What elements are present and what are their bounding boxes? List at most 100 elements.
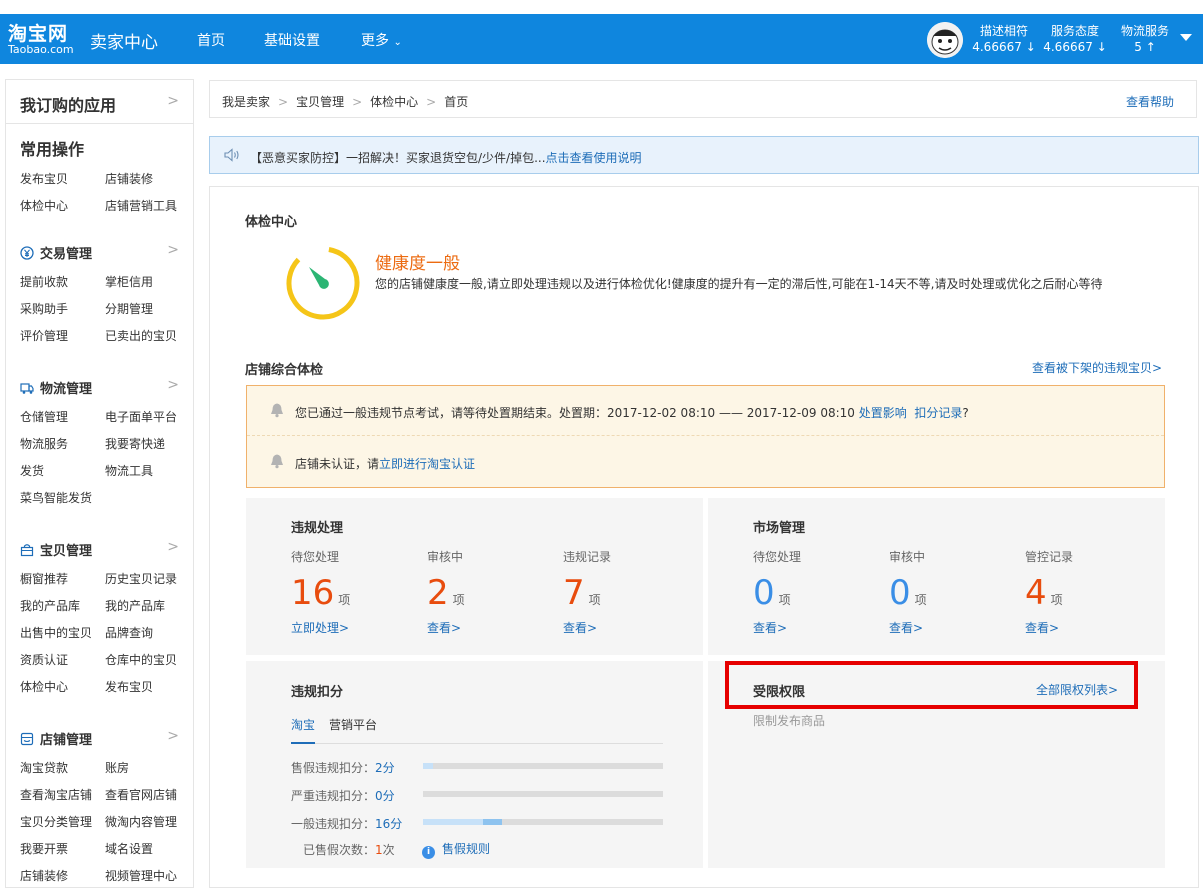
view-link[interactable]: 查看>: [563, 619, 683, 636]
stat-unit: 项: [452, 593, 465, 607]
sidebar: 我订购的应用 > 常用操作 发布宝贝 店铺装修 体检中心 店铺营销工具 交易管理…: [5, 79, 194, 888]
deduct-progress-fill: [423, 763, 433, 769]
nav-more[interactable]: 更多 ⌄: [361, 30, 402, 50]
sidebar-link[interactable]: 品牌查询: [105, 624, 153, 641]
market-card: 市场管理 待您处理 0项 查看> 审核中 0项 查看> 管控记录 4项 查看>: [708, 498, 1165, 655]
sidebar-link[interactable]: 账房: [105, 759, 129, 776]
sidebar-link[interactable]: 发布宝贝: [105, 678, 153, 695]
sidebar-link[interactable]: 掌柜信用: [105, 273, 153, 290]
deduct-value[interactable]: 0分: [375, 789, 395, 803]
sidebar-section-shop[interactable]: 店铺管理: [20, 729, 92, 748]
sidebar-link[interactable]: 查看淘宝店铺: [20, 786, 92, 803]
sidebar-link[interactable]: 历史宝贝记录: [105, 570, 177, 587]
taobao-verify-link[interactable]: 立即进行淘宝认证: [379, 457, 475, 471]
sidebar-link[interactable]: 电子面单平台: [105, 408, 177, 425]
nav-more-label: 更多: [361, 33, 389, 49]
score-logistics[interactable]: 物流服务 5 ↑: [1115, 23, 1175, 55]
counterfeit-count: 已售假次数：1次: [303, 841, 395, 858]
sidebar-link[interactable]: 仓储管理: [20, 408, 68, 425]
stat-pending: 待您处理 16 项 立即处理>: [291, 548, 411, 636]
sidebar-link[interactable]: 评价管理: [20, 327, 68, 344]
sidebar-section-items-label: 宝贝管理: [40, 544, 93, 559]
sidebar-link-checkup[interactable]: 体检中心: [20, 197, 68, 214]
view-link[interactable]: 查看>: [427, 619, 547, 636]
nav-basic-settings[interactable]: 基础设置: [264, 30, 320, 50]
sidebar-link[interactable]: 菜鸟智能发货: [20, 489, 92, 506]
sidebar-link[interactable]: 出售中的宝贝: [20, 624, 92, 641]
score-service[interactable]: 服务态度 4.66667 ↓: [1043, 23, 1107, 55]
sidebar-link[interactable]: 物流工具: [105, 462, 153, 479]
view-link[interactable]: 查看>: [889, 619, 1009, 636]
sidebar-link-marketing-tools[interactable]: 店铺营销工具: [105, 197, 177, 214]
deduct-value[interactable]: 2分: [375, 761, 395, 775]
sidebar-link[interactable]: 域名设置: [105, 840, 153, 857]
score-logistics-label: 物流服务: [1120, 24, 1169, 38]
stat-value: 0: [889, 573, 911, 613]
sidebar-link[interactable]: 已卖出的宝贝: [105, 327, 177, 344]
deduction-record-link[interactable]: 扣分记录: [914, 406, 962, 420]
sidebar-section-items[interactable]: 宝贝管理: [20, 540, 92, 559]
view-link[interactable]: 查看>: [1025, 619, 1145, 636]
sidebar-link-decorate[interactable]: 店铺装修: [105, 170, 153, 187]
bell-icon: [271, 454, 283, 469]
counterfeit-count-label: 已售假次数：: [303, 843, 376, 857]
alert-suffix: ?: [962, 406, 969, 420]
sidebar-link[interactable]: 体检中心: [20, 678, 68, 695]
sidebar-link[interactable]: 发货: [20, 462, 44, 479]
sidebar-link-publish[interactable]: 发布宝贝: [20, 170, 68, 187]
sidebar-link[interactable]: 提前收款: [20, 273, 68, 290]
sidebar-link[interactable]: 查看官网店铺: [105, 786, 177, 803]
stat-unit: 项: [914, 593, 927, 607]
sidebar-link[interactable]: 微淘内容管理: [105, 813, 177, 830]
help-link[interactable]: 查看帮助: [1126, 93, 1174, 110]
breadcrumb-item[interactable]: 体检中心: [370, 95, 418, 109]
tab-taobao[interactable]: 淘宝: [291, 716, 315, 744]
alert-box: 您已通过一般违规节点考试，请等待处置期结束。处置期：2017-12-02 08:…: [246, 385, 1165, 488]
notice-bar: 【恶意买家防控】一招解决！买家退货空包/少件/掉包...点击查看使用说明: [209, 136, 1199, 174]
deduct-value[interactable]: 16分: [375, 817, 402, 831]
breadcrumb-item[interactable]: 宝贝管理: [296, 95, 344, 109]
arrow-down-icon: ↓: [1025, 40, 1036, 54]
sidebar-link[interactable]: 我要寄快递: [105, 435, 165, 452]
sidebar-link[interactable]: 宝贝分类管理: [20, 813, 92, 830]
score-description[interactable]: 描述相符 4.66667 ↓: [972, 23, 1036, 55]
sidebar-link[interactable]: 分期管理: [105, 300, 153, 317]
tab-marketing-platform[interactable]: 营销平台: [329, 716, 377, 744]
notice-link[interactable]: 点击查看使用说明: [546, 151, 642, 165]
sidebar-link[interactable]: 店铺装修: [20, 867, 68, 884]
disposal-impact-link[interactable]: 处置影响: [859, 406, 907, 420]
sidebar-link[interactable]: 我的产品库: [20, 597, 80, 614]
handle-now-link[interactable]: 立即处理>: [291, 619, 411, 636]
sidebar-subscribed-apps[interactable]: 我订购的应用 >: [6, 80, 193, 124]
sidebar-link[interactable]: 我的产品库: [105, 597, 165, 614]
view-link[interactable]: 查看>: [753, 619, 873, 636]
nav-home[interactable]: 首页: [197, 30, 225, 50]
sidebar-link[interactable]: 淘宝贷款: [20, 759, 68, 776]
sidebar-link[interactable]: 物流服务: [20, 435, 68, 452]
breadcrumb-item[interactable]: 我是卖家: [222, 95, 270, 109]
sidebar-section-logistics[interactable]: 物流管理: [20, 378, 92, 397]
deduct-label: 严重违规扣分：0分: [291, 787, 395, 804]
sidebar-link[interactable]: 视频管理中心: [105, 867, 177, 884]
counterfeit-rule-link[interactable]: i 售假规则: [422, 840, 490, 859]
offshelf-items-link[interactable]: 查看被下架的违规宝贝>: [1032, 359, 1162, 376]
stat-pending: 待您处理 0项 查看>: [753, 548, 873, 636]
avatar[interactable]: [927, 22, 963, 58]
sidebar-link[interactable]: 资质认证: [20, 651, 68, 668]
stat-unit: 项: [588, 593, 601, 607]
sidebar-link[interactable]: 我要开票: [20, 840, 68, 857]
deduction-card: 违规扣分 淘宝 营销平台 售假违规扣分：2分 严重违规扣分：0分 一般违规扣分：…: [246, 661, 703, 868]
sidebar-link[interactable]: 仓库中的宝贝: [105, 651, 177, 668]
score-description-value: 4.66667: [972, 40, 1022, 54]
all-restrictions-link[interactable]: 全部限权列表>: [1036, 681, 1118, 698]
chevron-right-icon: >: [167, 539, 179, 555]
taobao-logo[interactable]: 淘宝网: [8, 19, 68, 46]
stat-value: 4: [1025, 573, 1047, 613]
stat-value: 2: [427, 573, 449, 613]
sidebar-section-trade[interactable]: 交易管理: [20, 243, 92, 262]
account-dropdown-icon[interactable]: [1180, 34, 1192, 41]
sidebar-link[interactable]: 采购助手: [20, 300, 68, 317]
stat-value: 0: [753, 573, 775, 613]
sidebar-link[interactable]: 橱窗推荐: [20, 570, 68, 587]
seller-center-title[interactable]: 卖家中心: [90, 28, 158, 53]
